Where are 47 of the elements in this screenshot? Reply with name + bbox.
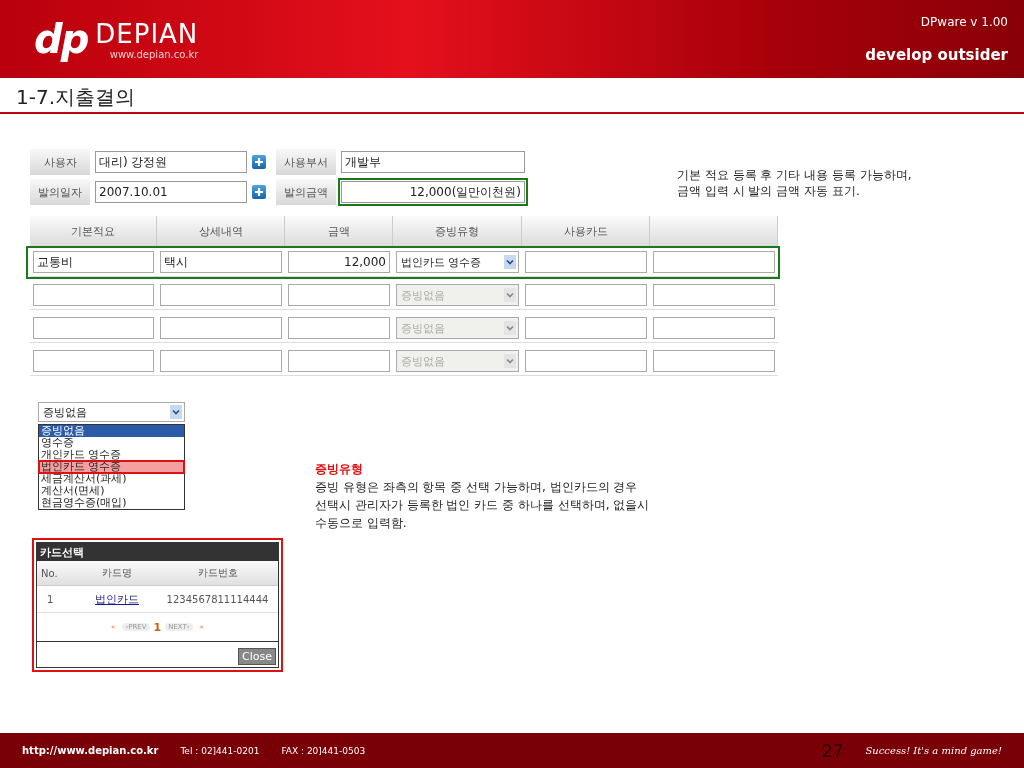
field-label: 발의금액: [276, 179, 336, 205]
logo-name: DEPIAN: [95, 18, 199, 49]
dropdown-option[interactable]: 법인카드 영수증: [39, 461, 184, 473]
select-field[interactable]: 법인카드 영수증: [396, 251, 519, 273]
input-field[interactable]: 개발부: [341, 151, 525, 173]
column-header: 상세내역: [157, 216, 285, 246]
close-button[interactable]: Close: [238, 648, 276, 665]
footer-fax: FAX : 20]441-0503: [281, 745, 366, 756]
logo-url: www.depian.co.kr: [109, 48, 199, 60]
dropdown-option[interactable]: 계산서(면세): [39, 485, 184, 497]
column-header: 기본적요: [30, 216, 157, 246]
column-header: 카드번호: [157, 561, 278, 586]
popup-title: 카드선택: [37, 543, 278, 561]
table-cell: 1234567811114444: [157, 586, 278, 613]
input-field[interactable]: 12,000: [288, 251, 390, 273]
page-title: 1-7.지출결의: [16, 85, 136, 109]
logo-mark: dp: [34, 16, 88, 62]
explanation-text: 증빙 유형은 좌측의 항목 중 선택 가능하며, 법인카드의 경우 선택시 관리자가 등록한 법인 카드 중 하나를 선택하며, 없을시 수동으로 입력함.: [315, 479, 650, 532]
dropdown-option[interactable]: 세금계산서(과세): [39, 473, 184, 485]
dropdown-option[interactable]: 증빙없음: [39, 425, 184, 437]
version-label: DPware v 1.00: [920, 14, 1008, 29]
tagline: develop outsider: [865, 45, 1008, 64]
field-label: 사용자: [30, 149, 90, 175]
page-number: 27: [821, 740, 844, 761]
column-header: 카드명: [77, 561, 157, 586]
card-name-link[interactable]: 법인카드: [95, 591, 139, 607]
footer-phone: Tel : 02]441-0201: [180, 745, 260, 756]
input-field[interactable]: 대리) 강정원: [95, 151, 247, 173]
section-heading: 증빙유형: [315, 461, 364, 478]
page-number[interactable]: 1: [153, 620, 162, 634]
field-label: 발의일자: [30, 179, 90, 205]
footer-slogan: Success! It's a mind game!: [865, 745, 1002, 756]
input-field[interactable]: 12,000(일만이천원): [341, 181, 525, 203]
column-header: 사용카드: [522, 216, 650, 246]
input-field[interactable]: 2007.10.01: [95, 181, 247, 203]
input-field[interactable]: 교통비: [33, 251, 154, 273]
table-cell: 1: [37, 586, 77, 613]
dropdown-option[interactable]: 현금영수증(매입): [39, 497, 184, 509]
column-header: 증빙유형: [393, 216, 522, 246]
input-field[interactable]: 택시: [160, 251, 282, 273]
column-header: No.: [37, 561, 77, 586]
dropdown-option[interactable]: 영수증: [39, 437, 184, 449]
dropdown-option[interactable]: 개인카드 영수증: [39, 449, 184, 461]
select-field[interactable]: 증빙없음: [38, 402, 185, 422]
footer-url: http://www.depian.co.kr: [22, 745, 159, 756]
field-label: 사용부서: [276, 149, 336, 175]
column-header: 금액: [285, 216, 393, 246]
